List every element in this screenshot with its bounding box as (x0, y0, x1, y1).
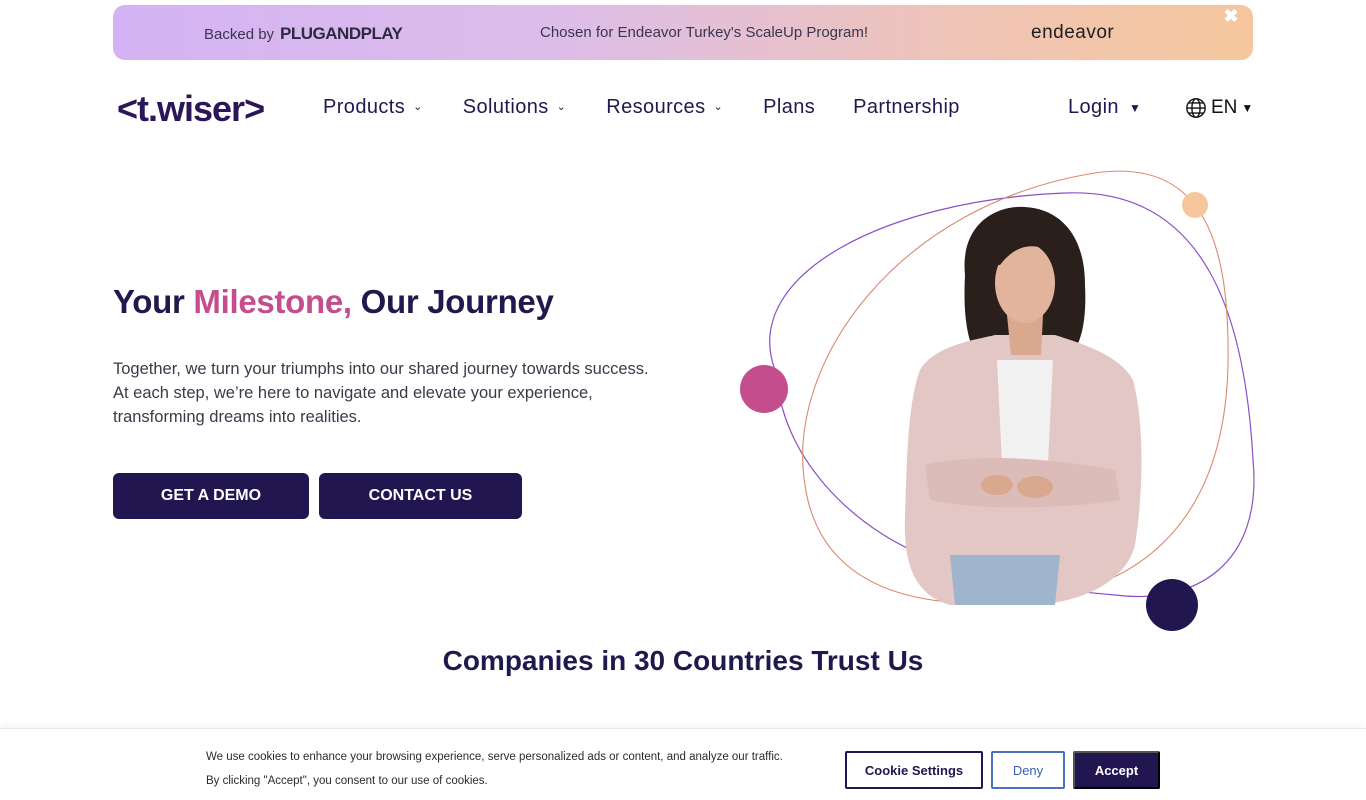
nav-item-label: Partnership (853, 96, 960, 118)
nav-item-label: Products (323, 96, 406, 118)
chevron-down-icon: ⌄ (556, 101, 567, 113)
cookie-text-line2: By clicking "Accept", you consent to our… (206, 775, 488, 787)
twiser-logo[interactable]: <t.wiser> (117, 88, 265, 130)
navy-dot (1146, 579, 1198, 631)
chevron-down-icon: ⌄ (713, 101, 724, 113)
login-dropdown[interactable]: Login ▼ (1068, 96, 1141, 119)
trust-heading: Companies in 30 Countries Trust Us (442, 645, 924, 676)
nav-item-plans[interactable]: Plans (763, 96, 815, 119)
cookie-text-line1: We use cookies to enhance your browsing … (206, 751, 783, 763)
endeavor-logo: endeavor (1031, 22, 1115, 43)
caret-down-icon: ▼ (1241, 101, 1254, 115)
nav-item-label: Resources (606, 96, 706, 118)
language-label: EN (1211, 97, 1238, 118)
peach-dot (1182, 192, 1208, 218)
login-label: Login (1068, 96, 1119, 118)
accept-button[interactable]: Accept (1073, 751, 1160, 789)
nav-item-products[interactable]: Products ⌄ (323, 96, 423, 119)
plugandplay-logo: PLUGANDPLAY (280, 24, 403, 43)
hero-illustration (740, 170, 1255, 631)
cookie-settings-button[interactable]: Cookie Settings (845, 751, 983, 789)
hero-title-accent: Milestone, (193, 283, 352, 320)
person-photo (904, 206, 1142, 605)
hero-title-part1: Your (113, 283, 194, 320)
get-a-demo-button[interactable]: GET A DEMO (113, 473, 309, 519)
caret-down-icon: ▼ (1128, 100, 1142, 115)
close-icon[interactable]: ✖ (1223, 7, 1239, 25)
hero-title: Your Milestone, Our Journey (113, 283, 554, 321)
cookie-text: We use cookies to enhance your browsing … (206, 745, 783, 793)
backed-by: Backed by PLUGANDPLAY (204, 24, 403, 44)
nav-item-label: Solutions (462, 96, 549, 118)
hero-description: Together, we turn your triumphs into our… (113, 360, 649, 426)
main-nav: Products ⌄ Solutions ⌄ Resources ⌄ Plans… (323, 96, 960, 119)
cookie-banner: We use cookies to enhance your browsing … (0, 728, 1366, 800)
nav-item-resources[interactable]: Resources ⌄ (606, 96, 723, 119)
language-selector[interactable]: EN ▼ (1185, 97, 1253, 119)
contact-us-button[interactable]: CONTACT US (319, 473, 522, 519)
endeavor-announcement: Chosen for Endeavor Turkey's ScaleUp Pro… (540, 24, 869, 41)
announcement-banner: Backed by PLUGANDPLAY Chosen for Endeavo… (113, 5, 1253, 60)
hero-title-part2: Our Journey (351, 283, 554, 320)
nav-item-label: Plans (763, 96, 816, 118)
deny-button[interactable]: Deny (991, 751, 1065, 789)
nav-item-solutions[interactable]: Solutions ⌄ (463, 96, 567, 119)
pink-dot (740, 365, 788, 413)
nav-item-partnership[interactable]: Partnership (853, 96, 960, 119)
chevron-down-icon: ⌄ (413, 101, 423, 113)
backed-by-label: Backed by (204, 25, 275, 43)
globe-icon (1186, 98, 1206, 118)
